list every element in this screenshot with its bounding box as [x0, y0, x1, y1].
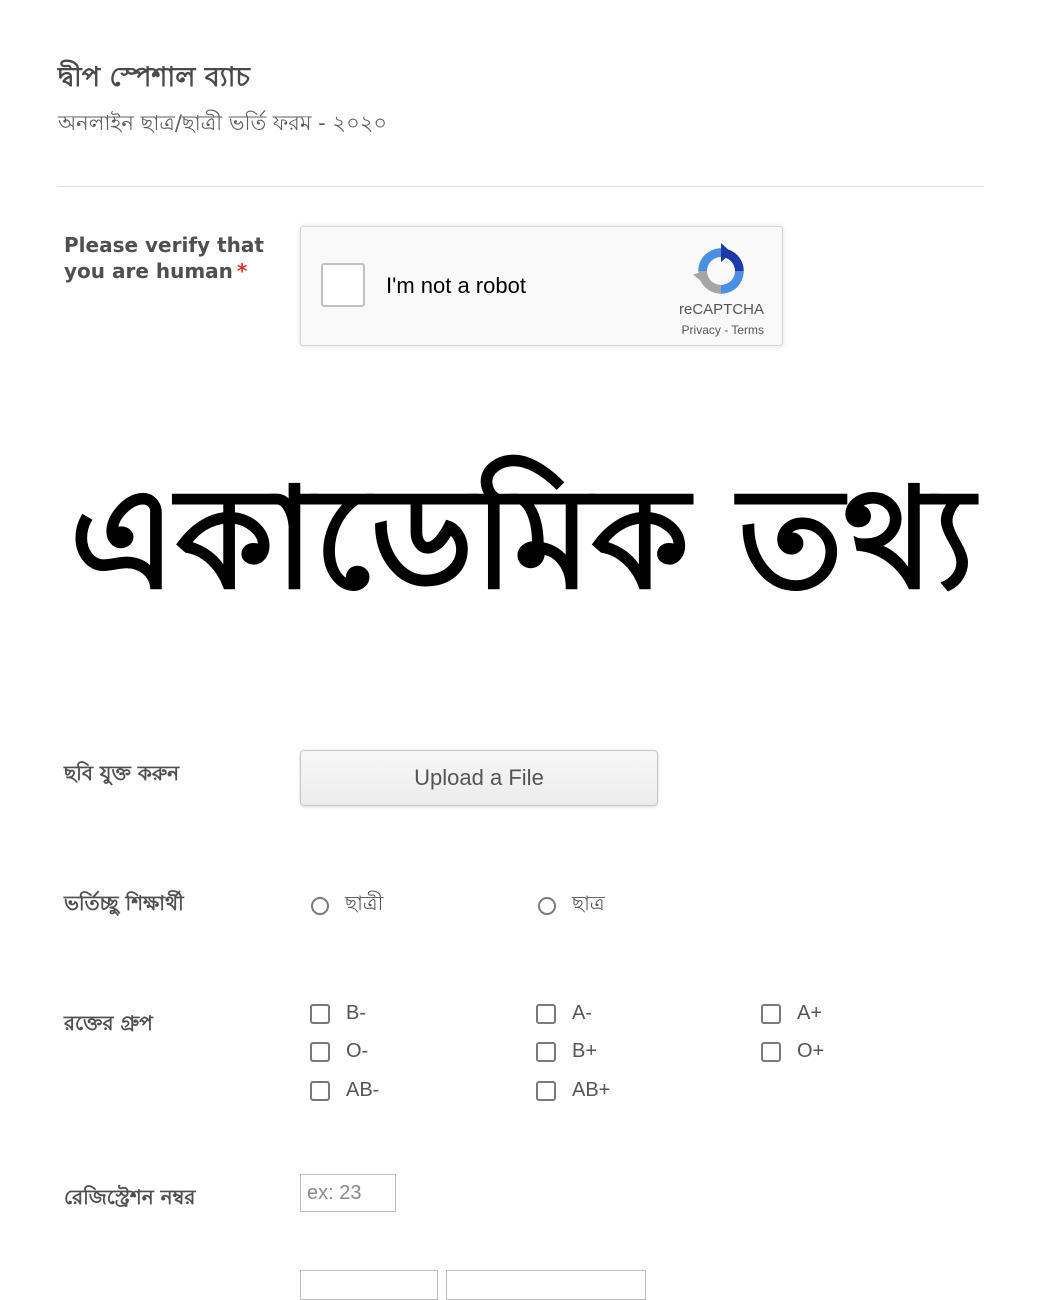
radio-option-female[interactable]: ছাত্রী — [311, 889, 383, 922]
checkbox-option-b-pos[interactable]: B+ — [536, 1040, 597, 1063]
checkbox-option-a-neg[interactable]: A- — [536, 1002, 592, 1025]
recaptcha-links: Privacy - Terms — [682, 323, 764, 337]
student-type-label: ভর্তিচ্ছু শিক্ষার্থী — [64, 891, 184, 915]
form-subtitle: অনলাইন ছাত্র/ছাত্রী ভর্তি ফরম - ২০২০ — [58, 111, 388, 135]
radio-button[interactable] — [311, 896, 329, 915]
next-row-input[interactable] — [446, 1270, 646, 1300]
form-title: দ্বীপ স্পেশাল ব্যাচ — [58, 62, 250, 93]
checkbox-option-label: O+ — [797, 1040, 825, 1062]
checkbox[interactable] — [536, 1080, 556, 1101]
next-row-input[interactable] — [300, 1270, 438, 1300]
checkbox-option-label: O- — [346, 1040, 369, 1062]
checkbox-option-label: A+ — [797, 1002, 823, 1024]
links-separator: - — [720, 323, 732, 337]
checkbox[interactable] — [761, 1041, 781, 1062]
required-mark: * — [236, 259, 248, 283]
checkbox-option-ab-neg[interactable]: AB- — [310, 1079, 379, 1102]
checkbox[interactable] — [536, 1003, 556, 1024]
captcha-question-label: Please verify that you are human * — [64, 232, 300, 284]
checkbox-option-label: AB+ — [572, 1079, 611, 1101]
checkbox-option-o-pos[interactable]: O+ — [761, 1040, 824, 1063]
radio-option-label: ছাত্রী — [345, 893, 384, 915]
checkbox-option-o-neg[interactable]: O- — [310, 1040, 368, 1063]
checkbox-option-label: AB- — [346, 1079, 380, 1101]
checkbox-option-ab-pos[interactable]: AB+ — [536, 1079, 610, 1102]
checkbox[interactable] — [310, 1003, 330, 1024]
checkbox-option-label: B- — [346, 1002, 366, 1024]
photo-label: ছবি যুক্ত করুন — [64, 761, 180, 785]
upload-file-button[interactable]: Upload a File — [300, 750, 658, 806]
form-header: দ্বীপ স্পেশাল ব্যাচ অনলাইন ছাত্র/ছাত্রী … — [58, 58, 984, 138]
radio-button[interactable] — [538, 896, 556, 915]
checkbox-option-a-pos[interactable]: A+ — [761, 1002, 822, 1025]
checkbox-option-b-neg[interactable]: B- — [310, 1002, 366, 1025]
checkbox-option-label: B+ — [572, 1040, 598, 1062]
recaptcha-brand: reCAPTCHA — [678, 301, 764, 318]
radio-option-label: ছাত্র — [572, 893, 605, 915]
radio-option-male[interactable]: ছাত্র — [538, 889, 605, 922]
blood-group-label: রক্তের গ্রুপ — [64, 1011, 153, 1035]
header-divider — [58, 186, 984, 187]
checkbox[interactable] — [310, 1080, 330, 1101]
terms-link[interactable]: Terms — [731, 323, 764, 337]
checkbox-option-label: A- — [572, 1002, 592, 1024]
checkbox[interactable] — [761, 1003, 781, 1024]
checkbox[interactable] — [536, 1041, 556, 1062]
checkbox[interactable] — [310, 1041, 330, 1062]
registration-number-input[interactable] — [300, 1174, 396, 1212]
captcha-question-text: Please verify that you are human — [64, 233, 264, 283]
privacy-link[interactable]: Privacy — [682, 323, 721, 337]
recaptcha-checkbox[interactable] — [321, 263, 365, 307]
registration-label: রেজিস্ট্রেশন নম্বর — [64, 1185, 196, 1209]
recaptcha-checkbox-label: I'm not a robot — [386, 273, 526, 298]
recaptcha-widget: I'm not a robot reCAPTCHA Privacy - Term… — [300, 226, 783, 346]
section-heading: একাডেমিক তথ্য — [69, 458, 975, 621]
recaptcha-logo-icon — [693, 243, 744, 294]
